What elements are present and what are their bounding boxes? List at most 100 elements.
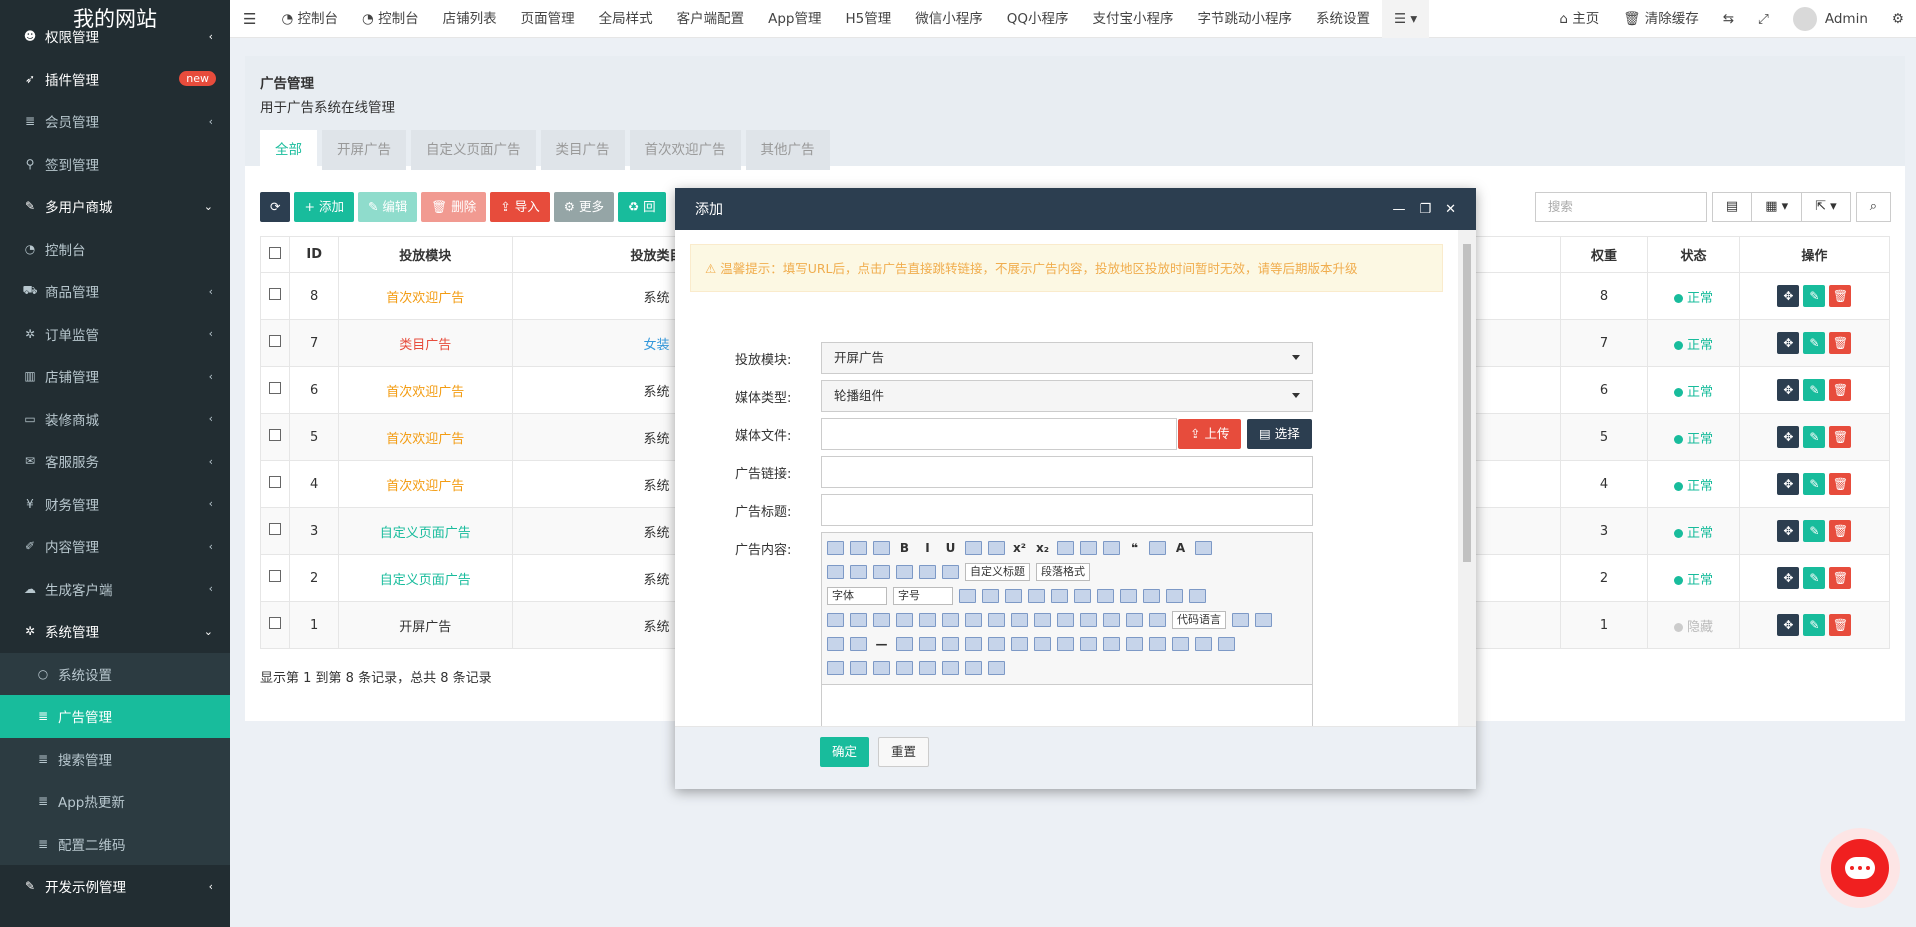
tab-3[interactable]: 类目广告: [540, 130, 625, 170]
minimize-icon[interactable]: —: [1392, 202, 1405, 217]
editor-tool-icon[interactable]: [873, 541, 890, 555]
editor-tool-icon[interactable]: [850, 661, 867, 675]
editor-tool-icon[interactable]: [1097, 589, 1114, 603]
editor-tool-icon[interactable]: [850, 565, 867, 579]
sidebar-item-14[interactable]: ✲ 系统管理 ⌄: [0, 610, 230, 653]
dialog-scrollbar[interactable]: [1458, 230, 1476, 726]
font-family-dropdown[interactable]: 字体: [827, 587, 887, 605]
delete-icon[interactable]: 🗑: [1829, 285, 1852, 307]
editor-tool-icon[interactable]: [873, 613, 890, 627]
editor-tool-icon[interactable]: [965, 637, 982, 651]
edit-icon[interactable]: ✎: [1803, 332, 1826, 354]
editor-tool-icon[interactable]: [1057, 541, 1074, 555]
delete-icon[interactable]: 🗑: [1829, 332, 1852, 354]
sidebar-item-13[interactable]: ☁ 生成客户端 ‹: [0, 568, 230, 611]
editor-tool-icon[interactable]: [1074, 589, 1091, 603]
tab-1[interactable]: 开屏广告: [322, 130, 406, 170]
editor-tool-icon[interactable]: [959, 589, 976, 603]
editor-tool-icon[interactable]: [982, 589, 999, 603]
row-checkbox[interactable]: [259, 319, 291, 367]
translate-icon[interactable]: ⇆: [1711, 0, 1746, 38]
sidebar-item-2[interactable]: ≣ 会员管理 ‹: [0, 100, 230, 143]
more-button[interactable]: ⚙ 更多: [553, 192, 614, 222]
editor-tool-icon[interactable]: [1028, 589, 1045, 603]
sidebar-item-10[interactable]: ✉ 客服服务 ‹: [0, 440, 230, 483]
sidebar-item-17[interactable]: ≣ 搜索管理: [0, 737, 230, 780]
top-nav-item-6[interactable]: App管理: [756, 0, 833, 38]
search-input[interactable]: 搜索: [1534, 192, 1707, 222]
top-nav-item-9[interactable]: QQ小程序: [995, 0, 1081, 38]
editor-tool-icon[interactable]: [827, 661, 844, 675]
delete-icon[interactable]: 🗑: [1829, 567, 1852, 589]
top-nav-item-12[interactable]: 系统设置: [1304, 0, 1382, 38]
editor-tool-icon[interactable]: [1149, 613, 1166, 627]
editor-tool-icon[interactable]: U: [942, 541, 959, 555]
top-nav-item-1[interactable]: ◔ 控制台: [350, 0, 431, 38]
editor-tool-icon[interactable]: x²: [1011, 541, 1028, 555]
import-button[interactable]: ⇪ 导入: [490, 192, 550, 222]
editor-tool-icon[interactable]: [850, 541, 867, 555]
col-module[interactable]: 投放模块: [338, 236, 513, 273]
editor-tool-icon[interactable]: [827, 565, 844, 579]
editor-tool-icon[interactable]: [919, 661, 936, 675]
move-icon[interactable]: ✥: [1777, 426, 1800, 448]
sidebar-item-18[interactable]: ≣ App热更新: [0, 780, 230, 823]
editor-tool-icon[interactable]: [827, 613, 844, 627]
edit-icon[interactable]: ✎: [1803, 426, 1826, 448]
editor-tool-icon[interactable]: [1143, 589, 1160, 603]
menu-toggle-icon[interactable]: ☰: [230, 0, 269, 38]
tab-0[interactable]: 全部: [260, 130, 317, 170]
editor-tool-icon[interactable]: [1034, 613, 1051, 627]
move-icon[interactable]: ✥: [1777, 520, 1800, 542]
editor-tool-icon[interactable]: [850, 637, 867, 651]
choose-button[interactable]: ▤ 选择: [1247, 419, 1312, 449]
editor-tool-icon[interactable]: [1103, 637, 1120, 651]
tab-2[interactable]: 自定义页面广告: [411, 130, 536, 170]
sidebar-item-5[interactable]: ◔ 控制台: [0, 228, 230, 271]
fullscreen-icon[interactable]: ⤢: [1746, 0, 1781, 38]
editor-tool-icon[interactable]: [919, 613, 936, 627]
top-nav-item-2[interactable]: 店铺列表: [431, 0, 509, 38]
editor-tool-icon[interactable]: [1195, 637, 1212, 651]
columns-icon[interactable]: ▦ ▾: [1752, 192, 1803, 222]
close-icon[interactable]: ✕: [1445, 202, 1456, 217]
editor-tool-icon[interactable]: —: [873, 637, 890, 651]
media-file-input[interactable]: [821, 418, 1177, 450]
sidebar-item-3[interactable]: ⚲ 签到管理: [0, 143, 230, 186]
edit-button[interactable]: ✎ 编辑: [357, 192, 418, 222]
delete-icon[interactable]: 🗑: [1829, 473, 1852, 495]
editor-tool-icon[interactable]: [988, 661, 1005, 675]
editor-tool-icon[interactable]: [942, 661, 959, 675]
row-checkbox[interactable]: [259, 413, 291, 461]
edit-icon[interactable]: ✎: [1803, 379, 1826, 401]
editor-tool-icon[interactable]: [1057, 613, 1074, 627]
editor-tool-icon[interactable]: [1149, 541, 1166, 555]
row-checkbox[interactable]: [259, 460, 291, 508]
sidebar-item-20[interactable]: ✎ 开发示例管理 ‹: [0, 865, 230, 908]
editor-tool-icon[interactable]: [919, 565, 936, 579]
sidebar-item-8[interactable]: ▥ 店铺管理 ‹: [0, 355, 230, 398]
editor-tool-icon[interactable]: B: [896, 541, 913, 555]
code-language-dropdown[interactable]: 代码语言: [1172, 611, 1226, 629]
editor-tool-icon[interactable]: [1166, 589, 1183, 603]
editor-tool-icon[interactable]: [1080, 613, 1097, 627]
settings-gear-icon[interactable]: ⚙: [1880, 0, 1916, 38]
editor-tool-icon[interactable]: [896, 637, 913, 651]
select-all-checkbox[interactable]: [259, 236, 291, 273]
add-button[interactable]: + 添加: [294, 192, 354, 222]
sidebar-item-4[interactable]: ✎ 多用户商城 ⌄: [0, 185, 230, 228]
top-nav-item-7[interactable]: H5管理: [833, 0, 903, 38]
editor-tool-icon[interactable]: [896, 661, 913, 675]
editor-tool-icon[interactable]: [850, 613, 867, 627]
editor-tool-icon[interactable]: I: [919, 541, 936, 555]
editor-tool-icon[interactable]: [965, 541, 982, 555]
sidebar-item-11[interactable]: ¥ 财务管理 ‹: [0, 483, 230, 526]
custom-title-dropdown[interactable]: 自定义标题: [965, 563, 1030, 581]
row-checkbox[interactable]: [259, 554, 291, 602]
move-icon[interactable]: ✥: [1777, 473, 1800, 495]
move-icon[interactable]: ✥: [1777, 614, 1800, 636]
row-checkbox[interactable]: [259, 601, 291, 649]
edit-icon[interactable]: ✎: [1803, 567, 1826, 589]
editor-tool-icon[interactable]: [1126, 613, 1143, 627]
editor-tool-icon[interactable]: [896, 565, 913, 579]
